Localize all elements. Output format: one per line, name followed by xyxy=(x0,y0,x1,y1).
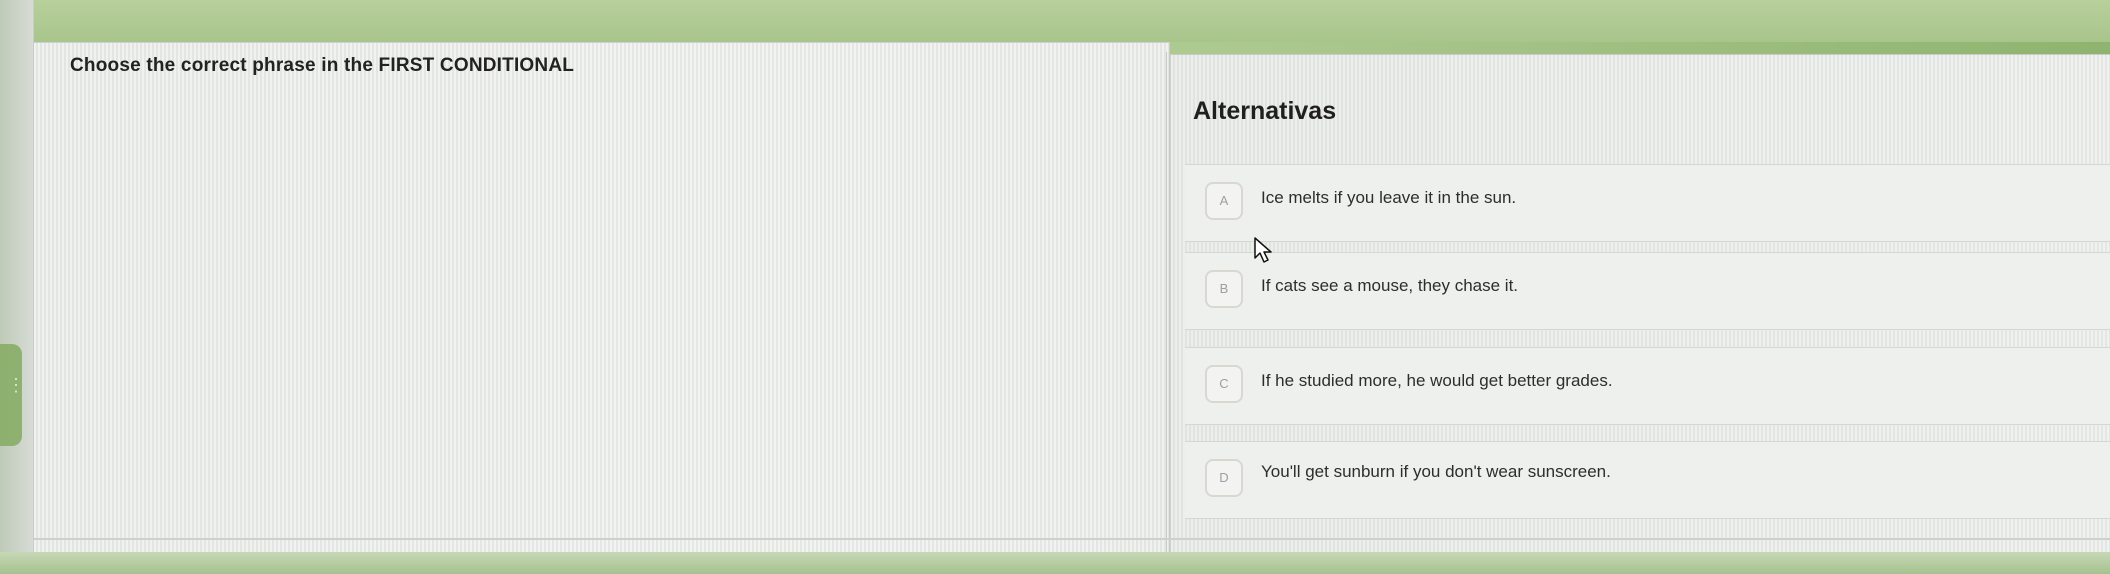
question-prompt: Choose the correct phrase in the FIRST C… xyxy=(70,55,575,76)
alternative-b[interactable]: B If cats see a mouse, they chase it. xyxy=(1185,252,2110,330)
alternative-c-text[interactable]: If he studied more, he would get better … xyxy=(1261,371,1613,391)
mouse-pointer-icon xyxy=(1254,237,1272,263)
question-panel: Choose the correct phrase in the FIRST C… xyxy=(34,42,1170,552)
alternatives-panel: Alternativas A Ice melts if you leave it… xyxy=(1170,54,2110,554)
alternative-a-text[interactable]: Ice melts if you leave it in the sun. xyxy=(1261,188,1516,208)
alternative-b-text[interactable]: If cats see a mouse, they chase it. xyxy=(1261,276,1518,296)
alternative-c-letter[interactable]: C xyxy=(1205,365,1243,403)
screen: ⋮ Choose the correct phrase in the FIRST… xyxy=(0,0,2110,574)
panel-divider xyxy=(1166,52,1167,562)
bottom-divider xyxy=(34,538,2110,540)
alternatives-title: Alternativas xyxy=(1193,97,1337,125)
alternative-a[interactable]: A Ice melts if you leave it in the sun. xyxy=(1185,164,2110,242)
alternative-d-letter[interactable]: D xyxy=(1205,459,1243,497)
top-background-band xyxy=(0,0,2110,42)
bottom-background-band xyxy=(0,552,2110,574)
alternative-b-letter[interactable]: B xyxy=(1205,270,1243,308)
alternative-d[interactable]: D You'll get sunburn if you don't wear s… xyxy=(1185,441,2110,519)
alternative-d-text[interactable]: You'll get sunburn if you don't wear sun… xyxy=(1261,462,1611,482)
alternative-c[interactable]: C If he studied more, he would get bette… xyxy=(1185,347,2110,425)
left-edge xyxy=(0,0,34,574)
side-tab[interactable] xyxy=(0,344,22,446)
alternative-a-letter[interactable]: A xyxy=(1205,182,1243,220)
drag-handle-icon[interactable]: ⋮ xyxy=(7,376,25,394)
